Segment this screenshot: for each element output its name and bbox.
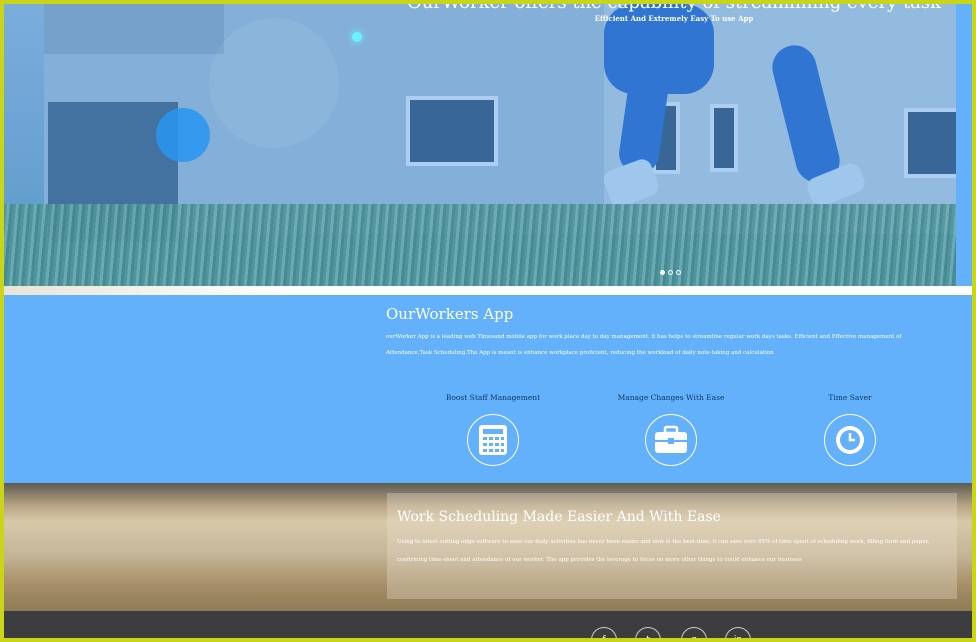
- feature-boost-staff: Boost Staff Management: [413, 393, 573, 466]
- linkedin-icon[interactable]: in: [725, 627, 751, 638]
- about-section: OurWorkers App ourWorker App is a leadin…: [4, 295, 972, 483]
- lens-flare: [156, 108, 210, 162]
- section-divider: [4, 286, 972, 295]
- slider-dot[interactable]: [668, 270, 673, 275]
- page-frame: OurWorker offers the capability of strea…: [4, 4, 972, 638]
- clock-icon: [824, 414, 876, 466]
- calculator-icon: [467, 414, 519, 466]
- hero-side-strip: [956, 4, 972, 286]
- feature-label: Boost Staff Management: [445, 393, 541, 402]
- work-scheduling-card: Work Scheduling Made Easier And With Eas…: [387, 493, 957, 599]
- feature-time-saver: Time Saver: [770, 393, 930, 466]
- slider-dot[interactable]: [660, 270, 665, 275]
- hero-slider: OurWorker offers the capability of strea…: [4, 4, 956, 286]
- work-text: Using te latest cutting edge software to…: [397, 539, 930, 563]
- feature-manage-changes: Manage Changes With Ease: [591, 393, 751, 466]
- slider-pagination: [660, 270, 681, 275]
- footer: f t g in: [4, 611, 972, 638]
- slider-dot[interactable]: [676, 270, 681, 275]
- hero-subtitle: Efficient And Extremely Easy To use App: [594, 14, 754, 23]
- lens-flare: [209, 18, 339, 148]
- feature-label: Time Saver: [828, 393, 872, 402]
- about-title: OurWorkers App: [386, 305, 514, 323]
- facebook-icon[interactable]: f: [591, 627, 617, 638]
- briefcase-icon: [645, 414, 697, 466]
- google-plus-icon[interactable]: g: [681, 627, 707, 638]
- hero-overlay: [4, 4, 956, 286]
- lens-flare: [352, 32, 362, 42]
- work-title: Work Scheduling Made Easier And With Eas…: [397, 509, 721, 525]
- hero-title: OurWorker offers the capability of strea…: [404, 4, 944, 13]
- work-scheduling-section: Work Scheduling Made Easier And With Eas…: [4, 483, 972, 611]
- twitter-icon[interactable]: t: [635, 627, 661, 638]
- about-text: ourWorker App is a leading web Timesand …: [386, 334, 902, 356]
- feature-label: Manage Changes With Ease: [617, 393, 725, 402]
